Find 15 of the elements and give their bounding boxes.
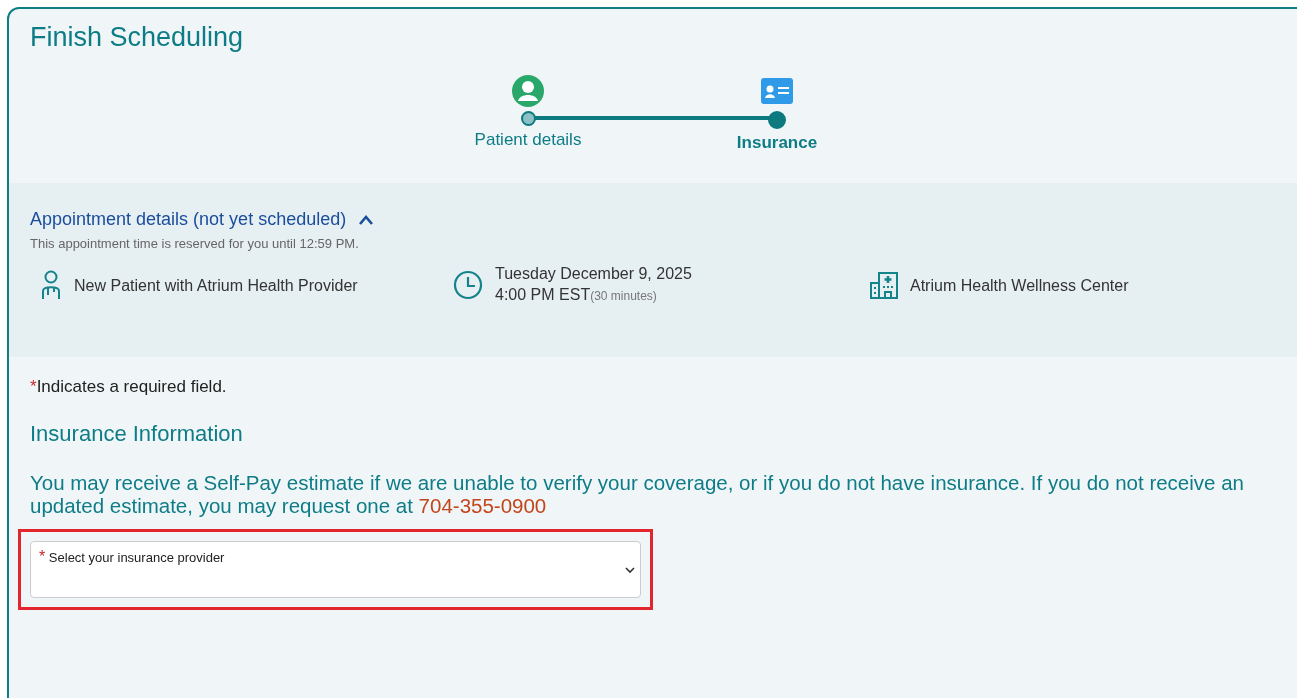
section-heading: Insurance Information	[30, 421, 244, 447]
page-title: Finish Scheduling	[29, 21, 245, 53]
notice-text: You may receive a Self-Pay estimate if we are unable to verify your coverage, or if you do not have insurance. If you do not receive an updated estimate, you may request one at 704-355-0900	[30, 471, 1245, 517]
appointment-text: 4:00 PM EST(30 minutes)	[495, 285, 658, 305]
appointment-text: Tuesday December 9, 2025	[495, 264, 692, 284]
required-asterisk: *	[30, 377, 37, 396]
phone-link[interactable]: 704-355-0900	[418, 494, 547, 517]
appointment-text: Atrium Health Wellness Center	[910, 275, 1129, 296]
insurance-dropdown[interactable]: * Select your insurance provider	[30, 541, 641, 598]
appointment-text: New Patient with Atrium Health Provider	[74, 275, 358, 296]
appointment-details-toggle[interactable]: Appointment details (not yet scheduled)	[30, 209, 375, 230]
reservation-note: This appointment time is reserved for you until 12:59 PM.	[30, 236, 360, 251]
step-label: Insurance	[736, 133, 818, 153]
step-label: Patient details	[474, 130, 582, 150]
required-note: Indicates a required field.	[36, 377, 227, 396]
